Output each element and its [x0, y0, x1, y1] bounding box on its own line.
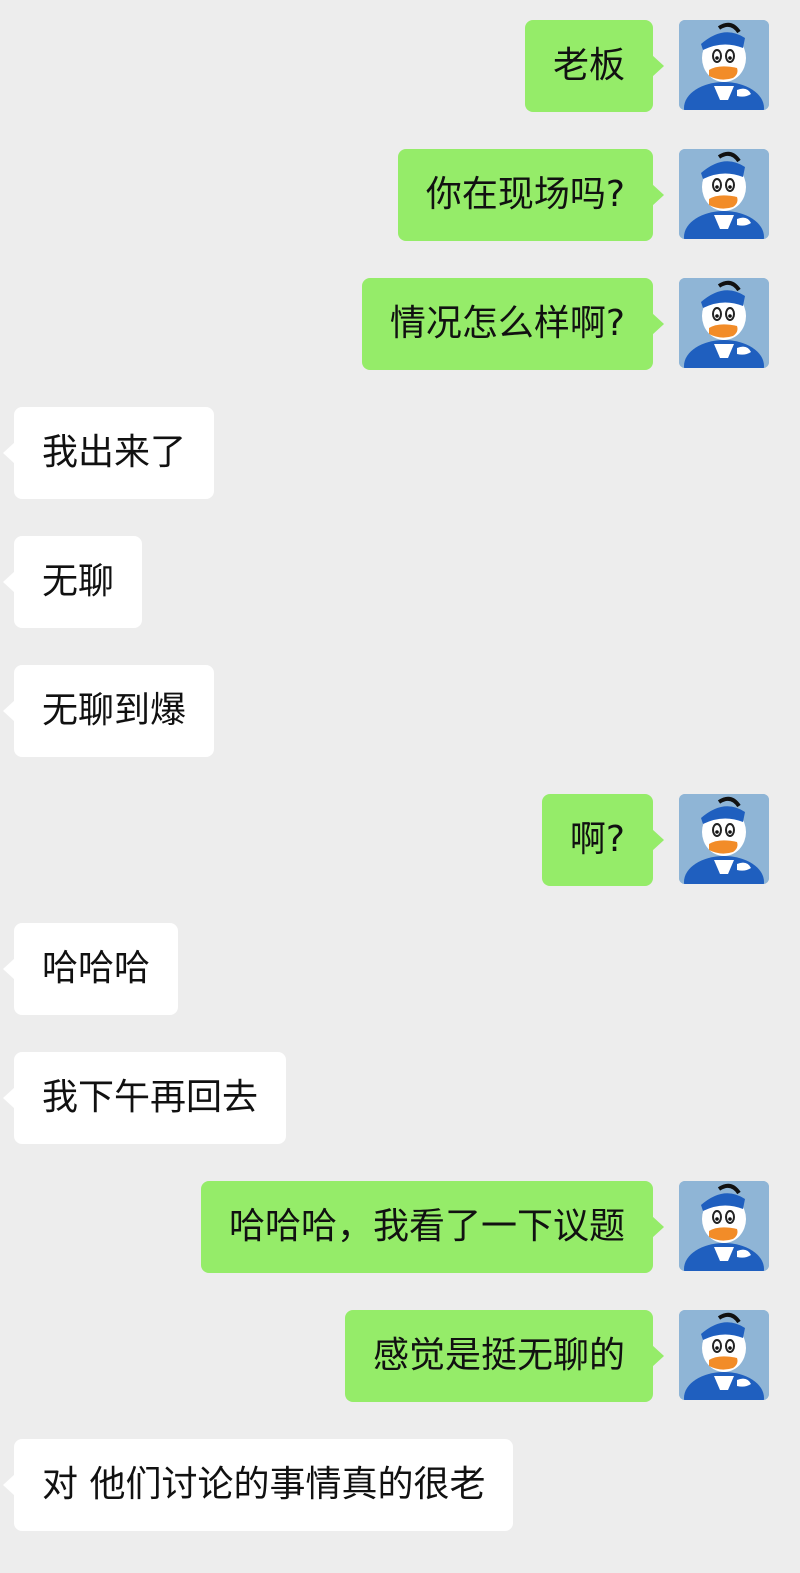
outgoing-message: 老板	[0, 20, 800, 112]
my-avatar[interactable]	[679, 1181, 769, 1271]
my-avatar[interactable]	[679, 278, 769, 368]
incoming-message: 无聊	[0, 536, 800, 628]
cartoon-duck-avatar-icon	[679, 20, 769, 110]
outgoing-message: 你在现场吗?	[0, 149, 800, 241]
cartoon-duck-avatar-icon	[679, 1181, 769, 1271]
outgoing-message-bubble[interactable]: 啊?	[541, 794, 665, 886]
incoming-message-bubble[interactable]: 我出来了	[2, 407, 215, 499]
outgoing-message: 啊?	[0, 794, 800, 886]
outgoing-message-bubble[interactable]: 哈哈哈，我看了一下议题	[200, 1181, 665, 1273]
incoming-message: 我出来了	[0, 407, 800, 499]
outgoing-message-bubble[interactable]: 老板	[524, 20, 665, 112]
outgoing-message-bubble[interactable]: 情况怎么样啊?	[361, 278, 665, 370]
outgoing-message-bubble[interactable]: 感觉是挺无聊的	[344, 1310, 665, 1402]
incoming-message-bubble[interactable]: 无聊	[2, 536, 143, 628]
outgoing-message: 感觉是挺无聊的	[0, 1310, 800, 1402]
outgoing-message: 哈哈哈，我看了一下议题	[0, 1181, 800, 1273]
incoming-message: 对 他们讨论的事情真的很老	[0, 1439, 800, 1531]
cartoon-duck-avatar-icon	[679, 149, 769, 239]
my-avatar[interactable]	[679, 794, 769, 884]
incoming-message: 我下午再回去	[0, 1052, 800, 1144]
incoming-message: 无聊到爆	[0, 665, 800, 757]
chat-message-list: 老板 你在现场吗? 情况怎么样啊? 我出来了 无聊 无聊到爆 啊? 哈哈哈 我下…	[0, 0, 800, 1573]
incoming-message: 哈哈哈	[0, 923, 800, 1015]
incoming-message-bubble[interactable]: 对 他们讨论的事情真的很老	[2, 1439, 514, 1531]
my-avatar[interactable]	[679, 1310, 769, 1400]
my-avatar[interactable]	[679, 149, 769, 239]
incoming-message-bubble[interactable]: 哈哈哈	[2, 923, 179, 1015]
incoming-message-bubble[interactable]: 无聊到爆	[2, 665, 215, 757]
outgoing-message: 情况怎么样啊?	[0, 278, 800, 370]
cartoon-duck-avatar-icon	[679, 1310, 769, 1400]
cartoon-duck-avatar-icon	[679, 794, 769, 884]
cartoon-duck-avatar-icon	[679, 278, 769, 368]
outgoing-message-bubble[interactable]: 你在现场吗?	[397, 149, 665, 241]
my-avatar[interactable]	[679, 20, 769, 110]
incoming-message-bubble[interactable]: 我下午再回去	[2, 1052, 287, 1144]
